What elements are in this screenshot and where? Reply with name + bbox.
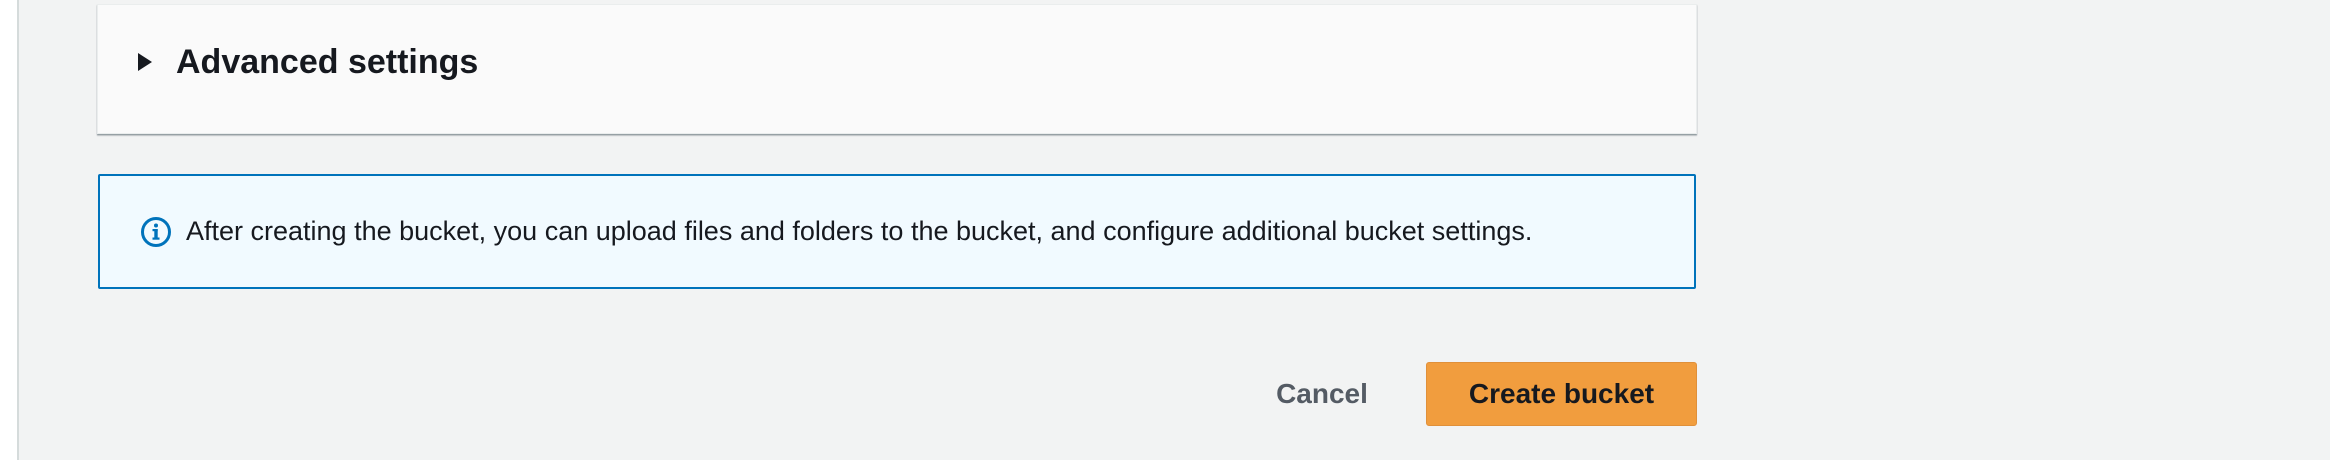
info-alert: After creating the bucket, you can uploa…	[98, 174, 1696, 289]
cancel-button[interactable]: Cancel	[1260, 362, 1384, 426]
info-alert-text: After creating the bucket, you can uploa…	[186, 216, 1533, 247]
advanced-settings-panel: Advanced settings	[97, 4, 1697, 134]
info-icon	[140, 216, 172, 248]
caret-right-icon	[138, 53, 152, 71]
left-border	[0, 0, 19, 460]
advanced-settings-title: Advanced settings	[176, 43, 479, 81]
advanced-settings-toggle[interactable]: Advanced settings	[138, 45, 478, 79]
create-bucket-button[interactable]: Create bucket	[1426, 362, 1697, 426]
